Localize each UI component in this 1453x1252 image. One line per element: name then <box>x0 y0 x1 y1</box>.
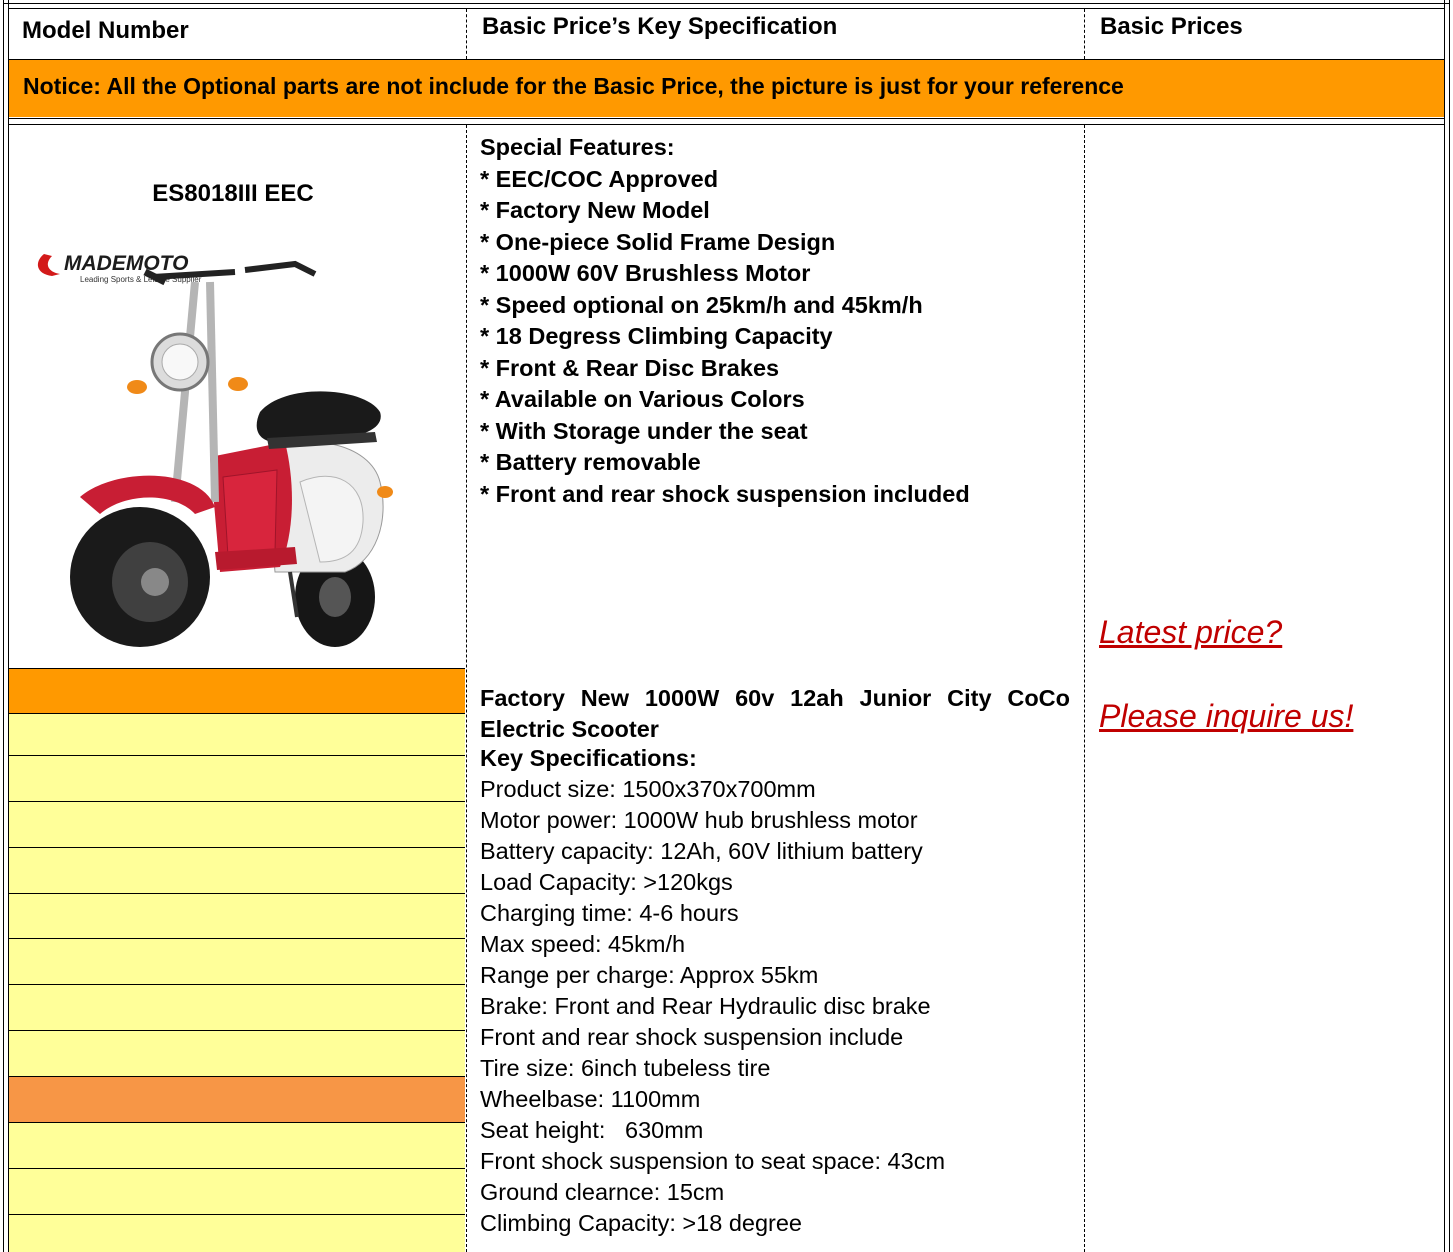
spec-line: Product size: 1500x370x700mm <box>480 776 816 802</box>
color-row-orange <box>9 669 465 713</box>
feature-item: * Front & Rear Disc Brakes <box>480 354 780 381</box>
feature-item: * Factory New Model <box>480 197 710 223</box>
feature-item: * 1000W 60V Brushless Motor <box>480 260 811 286</box>
spec-line: Motor power: 1000W hub brushless motor <box>480 807 918 833</box>
border-top-inner <box>8 8 1445 9</box>
feature-item: * Available on Various Colors <box>480 386 805 412</box>
spec-line: Seat height: 630mm <box>480 1117 704 1143</box>
color-row-yellow <box>9 756 465 801</box>
price-table: Model Number Basic Price’s Key Specifica… <box>0 0 1453 1252</box>
spec-line: Brake: Front and Rear Hydraulic disc bra… <box>480 993 931 1019</box>
body-divider-1 <box>466 125 467 1252</box>
color-row-yellow <box>9 1123 465 1168</box>
color-row-yellow <box>9 1169 465 1214</box>
product-title: Factory New 1000W 60v 12ah Junior City C… <box>480 685 1070 742</box>
color-row-yellow <box>9 939 465 984</box>
model-number: ES8018III EEC <box>152 180 314 207</box>
latest-price-link[interactable]: Latest price? <box>1099 614 1282 651</box>
inquire-us-link[interactable]: Please inquire us! <box>1099 698 1353 735</box>
features-title: Special Features: <box>480 134 675 160</box>
key-specifications-title: Key Specifications: <box>480 745 697 771</box>
color-row-yellow <box>9 802 465 847</box>
color-row-yellow <box>9 1031 465 1076</box>
color-row-yellow <box>9 1215 465 1252</box>
spec-line: Range per charge: Approx 55km <box>480 962 819 988</box>
color-row-yellow <box>9 714 465 755</box>
feature-item: * With Storage under the seat <box>480 417 808 444</box>
header-divider-2 <box>1084 9 1085 59</box>
spec-line: Climbing Capacity: >18 degree <box>480 1210 803 1236</box>
border-right-outer <box>1449 0 1450 1252</box>
border-top-outer <box>3 3 1450 4</box>
spec-line: Battery capacity: 12Ah, 60V lithium batt… <box>480 838 923 864</box>
color-row-yellow <box>9 985 465 1030</box>
spec-line: Load Capacity: >120kgs <box>480 869 733 895</box>
spec-line: Wheelbase: 1100mm <box>480 1086 701 1112</box>
spec-line: Max speed: 45km/h <box>480 931 686 957</box>
special-features: Special Features: * EEC/COC Approved * F… <box>480 132 970 510</box>
color-row-yellow <box>9 894 465 938</box>
feature-item: * Front and rear shock suspension includ… <box>480 480 970 507</box>
notice-bottom-line <box>9 118 1444 119</box>
spec-line: Front shock suspension to seat space: 43… <box>480 1148 946 1174</box>
header-basic-prices: Basic Prices <box>1100 13 1243 40</box>
feature-item: * Speed optional on 25km/h and 45km/h <box>480 291 923 318</box>
feature-item: * One-piece Solid Frame Design <box>480 228 836 255</box>
feature-item: * Battery removable <box>480 449 701 475</box>
spec-line: Front and rear shock suspension include <box>480 1024 904 1050</box>
notice-bottom-line-2 <box>9 124 1444 125</box>
spec-line: Tire size: 6inch tubeless tire <box>480 1055 771 1081</box>
notice-text: Notice: All the Optional parts are not i… <box>23 73 1124 99</box>
color-row-light-orange <box>9 1077 465 1122</box>
body-divider-2 <box>1084 125 1085 1252</box>
feature-item: * 18 Degress Climbing Capacity <box>480 323 833 349</box>
notice-banner: Notice: All the Optional parts are not i… <box>9 60 1444 117</box>
spec-line: Ground clearnce: 15cm <box>480 1179 725 1205</box>
header-divider-1 <box>466 9 467 59</box>
header-key-specification: Basic Price’s Key Specification <box>482 13 838 40</box>
border-right-inner <box>1444 0 1445 1252</box>
scooter-image <box>70 260 393 647</box>
spec-line: Charging time: 4-6 hours <box>480 900 739 926</box>
feature-item: * EEC/COC Approved <box>480 165 719 192</box>
color-row-yellow <box>9 848 465 893</box>
